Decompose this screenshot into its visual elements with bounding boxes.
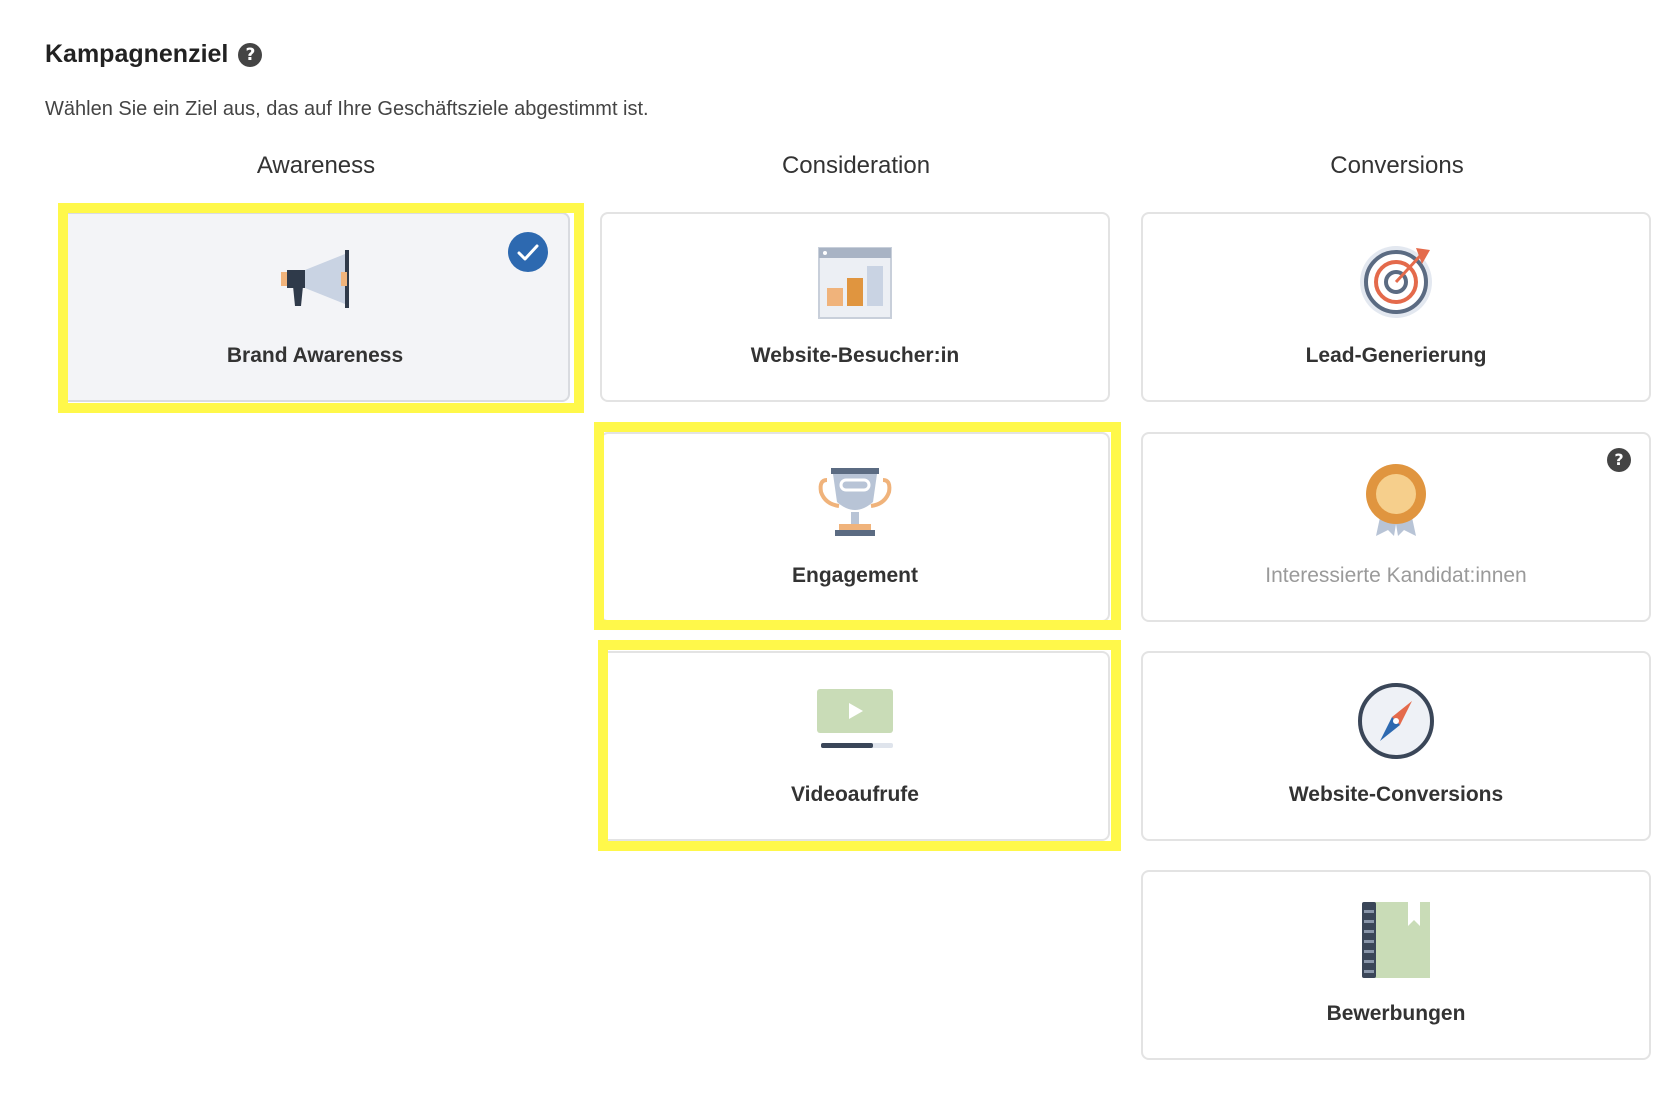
objective-label: Engagement xyxy=(791,564,919,587)
objective-label: Lead-Generierung xyxy=(1305,344,1487,367)
objective-label: Website-Besucher:in xyxy=(750,344,960,367)
objective-card-engagement[interactable]: Engagement xyxy=(600,432,1110,622)
column-heading-conversions: Conversions xyxy=(1330,152,1464,179)
award-badge-icon xyxy=(1366,464,1426,536)
objective-label: Brand Awareness xyxy=(226,344,404,367)
page-title: Kampagnenziel xyxy=(45,40,229,68)
question-circle-icon[interactable]: ? xyxy=(1607,448,1631,472)
objective-label: Videoaufrufe xyxy=(791,783,919,806)
selected-check-icon xyxy=(508,232,548,272)
objective-label: Website-Conversions xyxy=(1288,783,1504,806)
objective-card-applications[interactable]: Bewerbungen xyxy=(1141,870,1651,1060)
objective-label: Bewerbungen xyxy=(1326,1002,1466,1025)
video-play-icon xyxy=(817,689,893,748)
column-heading-consideration: Consideration xyxy=(781,152,931,179)
objective-label: Interessierte Kandidat:innen xyxy=(1265,564,1527,587)
trophy-icon xyxy=(818,468,892,536)
objective-card-interested-candidates[interactable]: ? Interessierte Kandidat:innen xyxy=(1141,432,1651,622)
page-subtitle: Wählen Sie ein Ziel aus, das auf Ihre Ge… xyxy=(45,98,649,120)
objective-card-lead-generation[interactable]: Lead-Generierung xyxy=(1141,212,1651,402)
objective-card-website-visitors[interactable]: Website-Besucher:in xyxy=(600,212,1110,402)
target-icon xyxy=(1360,246,1432,318)
megaphone-icon xyxy=(281,250,349,308)
question-circle-icon[interactable]: ? xyxy=(238,42,263,67)
column-heading-awareness: Awareness xyxy=(256,152,376,179)
notebook-icon xyxy=(1362,902,1430,978)
compass-icon xyxy=(1358,683,1434,759)
objective-card-video-views[interactable]: Videoaufrufe xyxy=(600,651,1110,841)
objective-card-website-conversions[interactable]: Website-Conversions xyxy=(1141,651,1651,841)
bar-chart-browser-icon xyxy=(818,247,892,319)
objective-card-brand-awareness[interactable]: Brand Awareness xyxy=(60,212,570,402)
page-title-row: Kampagnenziel ? xyxy=(45,40,263,69)
